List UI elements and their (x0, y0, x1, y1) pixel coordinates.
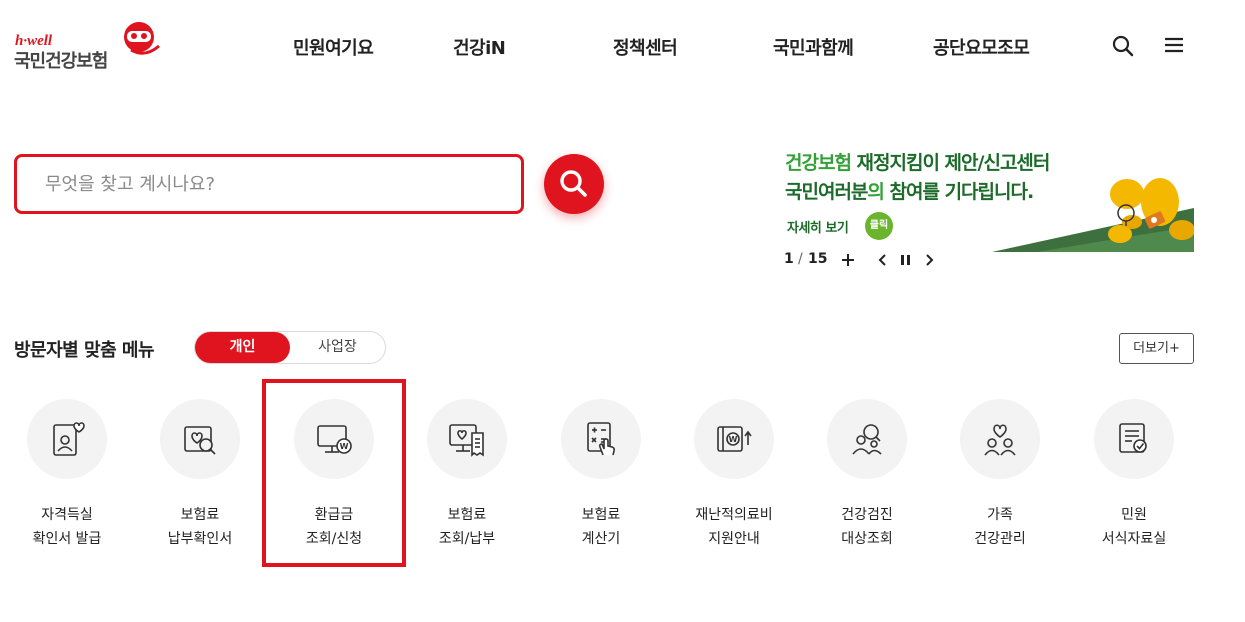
quick-menu-catastrophic-medical-support[interactable]: W 재난적의료비 지원안내 (679, 399, 789, 559)
people-search-icon (852, 424, 882, 455)
menu-icon-circle (960, 399, 1040, 479)
banner-headline-2: 국민여러분의 참여를 기다립니다. (785, 181, 1034, 203)
monitor-receipt-icon (449, 424, 484, 457)
banner-controls: 1 / 15 (784, 250, 954, 270)
menu-icon-circle (1094, 399, 1174, 479)
menu-label-line2: 조회/신청 (305, 531, 363, 547)
quick-menu-premium-inquiry-payment[interactable]: 보험료 조회/납부 (412, 399, 522, 559)
monitor-won-icon: W (317, 425, 352, 454)
menu-label-line1: 보험료 (180, 507, 220, 523)
chevron-left-icon[interactable] (874, 250, 892, 270)
menu-label-line2: 서식자료실 (1101, 531, 1167, 547)
wallet-won-up-icon: W (717, 426, 752, 452)
search-input[interactable] (45, 171, 485, 197)
main-navigation: 민원여기요 건강iN 정책센터 국민과함께 공단요모조모 (0, 34, 1245, 60)
menu-label-line2: 조회/납부 (438, 531, 496, 547)
search-icon[interactable] (1111, 34, 1135, 58)
banner-page-separator: / (798, 251, 803, 267)
quick-menu-health-checkup-inquiry[interactable]: 건강검진 대상조회 (812, 399, 922, 559)
quick-menu-family-health-care[interactable]: 가족 건강관리 (945, 399, 1055, 559)
menu-icon-circle (27, 399, 107, 479)
banner-click-badge: 클릭 (865, 212, 893, 240)
search-box (14, 154, 524, 214)
banner-current-page: 1 (784, 251, 794, 267)
nav-item-with-people[interactable]: 국민과함께 (773, 34, 854, 60)
nav-item-policy-center[interactable]: 정책센터 (613, 34, 678, 60)
menu-label-line2: 지원안내 (708, 531, 760, 547)
menu-label-line2: 건강관리 (974, 531, 1026, 547)
menu-label-line1: 민원 (1121, 507, 1147, 523)
quick-menu-forms-library[interactable]: 민원 서식자료실 (1079, 399, 1189, 559)
quick-menu-premium-calculator[interactable]: 보험료 계산기 (546, 399, 656, 559)
banner-total-pages: 15 (808, 251, 828, 267)
menu-icon-circle: W (694, 399, 774, 479)
section-title: 방문자별 맞춤 메뉴 (14, 340, 155, 361)
svg-text:W: W (340, 442, 349, 451)
promo-banner[interactable]: 건강보험 재정지킴이 제안/신고센터 국민여러분의 참여를 기다립니다. 자세히… (782, 146, 1194, 252)
tab-business[interactable]: 사업장 (290, 332, 385, 363)
plus-icon[interactable] (839, 250, 857, 270)
menu-label-line1: 보험료 (581, 507, 621, 523)
calculator-hand-icon (587, 422, 616, 456)
family-heart-icon (984, 424, 1016, 456)
quick-menu-refund-inquiry[interactable]: W 환급금 조회/신청 (279, 399, 389, 559)
nav-item-civil-service[interactable]: 민원여기요 (293, 34, 374, 60)
form-check-icon (1119, 423, 1147, 453)
menu-label-line1: 보험료 (447, 507, 487, 523)
menu-icon-circle (160, 399, 240, 479)
menu-icon-circle (427, 399, 507, 479)
hamburger-menu-icon[interactable] (1162, 34, 1186, 58)
search-icon (560, 170, 587, 197)
svg-text:W: W (729, 435, 738, 444)
menu-label-line1: 가족 (987, 507, 1013, 523)
chevron-right-icon[interactable] (920, 250, 938, 270)
menu-label-line2: 계산기 (581, 531, 621, 547)
menu-label-line2: 납부확인서 (167, 531, 233, 547)
menu-icon-circle (827, 399, 907, 479)
quick-menu-premium-payment-certificate[interactable]: 보험료 납부확인서 (145, 399, 255, 559)
visitor-type-toggle: 개인 사업장 (194, 331, 386, 364)
menu-label-line1: 환급금 (314, 507, 354, 523)
id-card-heart-icon (53, 422, 85, 456)
banner-more-link[interactable]: 자세히 보기 (787, 217, 849, 236)
quick-menu-qualification-certificate[interactable]: 자격득실 확인서 발급 (12, 399, 122, 559)
menu-label-line1: 건강검진 (841, 507, 893, 523)
banner-headline-1: 건강보험 재정지킴이 제안/신고센터 (785, 152, 1050, 174)
menu-icon-circle (561, 399, 641, 479)
menu-label-line2: 대상조회 (841, 531, 893, 547)
document-search-icon (184, 426, 216, 455)
menu-label-line1: 재난적의료비 (695, 507, 773, 523)
nav-item-health-in[interactable]: 건강iN (453, 34, 506, 60)
tab-personal[interactable]: 개인 (195, 332, 290, 363)
nav-item-about-corp[interactable]: 공단요모조모 (933, 34, 1030, 60)
menu-label-line1: 자격득실 (41, 507, 93, 523)
menu-label-line2: 확인서 발급 (32, 531, 102, 547)
pause-icon[interactable] (897, 250, 915, 270)
search-button[interactable] (544, 154, 604, 214)
menu-icon-circle: W (294, 399, 374, 479)
more-button[interactable]: 더보기+ (1119, 333, 1194, 364)
